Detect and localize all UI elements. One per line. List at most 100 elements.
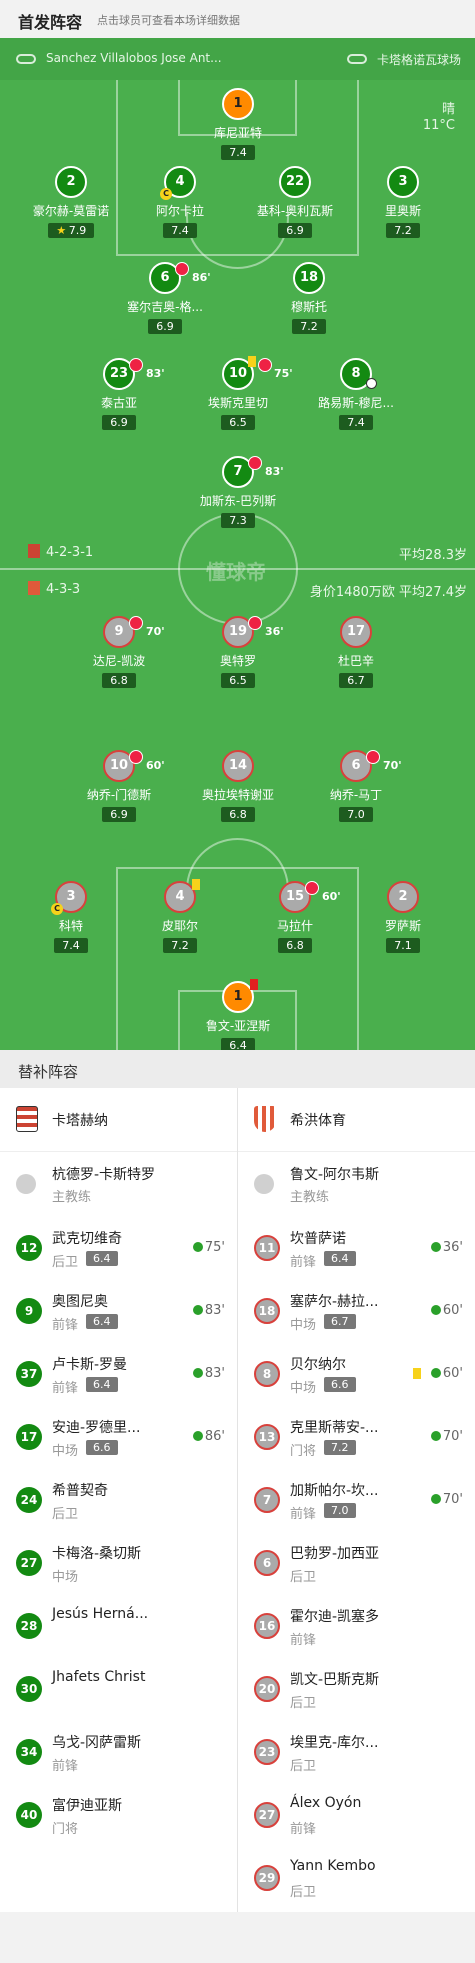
bench-row[interactable]: 18 塞萨尔-赫拉... 中场 6.7 60'	[238, 1279, 475, 1342]
bench-row[interactable]: 27 卡梅洛-桑切斯 中场	[0, 1531, 237, 1594]
home-player-6[interactable]: 6 86' 塞尔吉奥-格... 6.9	[105, 262, 225, 334]
home-player-3[interactable]: 3 里奥斯 7.2	[343, 166, 463, 238]
bench-row[interactable]: 34 乌戈-冈萨雷斯 前锋	[0, 1720, 237, 1783]
player-number: 3	[387, 166, 419, 198]
sub-out-icon	[129, 358, 143, 372]
subs-title: 替补阵容	[18, 1063, 79, 1081]
bench-number: 24	[16, 1487, 42, 1513]
away-player-17[interactable]: 17 杜巴辛 6.7	[296, 616, 416, 688]
bench-row[interactable]: 11 坎普萨诺 前锋 6.4 36'	[238, 1216, 475, 1279]
bench-row[interactable]: 8 贝尔纳尔 中场 6.6 60'	[238, 1342, 475, 1405]
sub-out-icon	[305, 881, 319, 895]
watermark: 懂球帝	[206, 560, 266, 584]
sub-in-icon	[192, 1431, 203, 1441]
home-crest-icon	[16, 1106, 38, 1132]
lineup-title: 首发阵容	[18, 13, 83, 32]
away-player-14[interactable]: 14 奥拉埃特谢亚 6.8	[178, 750, 298, 822]
bench-row[interactable]: 9 奥图尼奥 前锋 6.4 83'	[0, 1279, 237, 1342]
away-player-2[interactable]: 2 罗萨斯 7.1	[343, 881, 463, 953]
away-player-1[interactable]: 1 鲁文-亚涅斯 6.4	[178, 979, 298, 1050]
bench-rating: 6.6	[86, 1440, 118, 1455]
bench-name: 巴勃罗-加西亚	[290, 1546, 380, 1562]
away-team-header: 希洪体育	[238, 1088, 475, 1152]
away-player-6[interactable]: 6 70' 纳乔-马丁 7.0	[296, 750, 416, 822]
player-name: 埃斯克里切	[207, 396, 268, 410]
bench-row[interactable]: 7 加斯帕尔-坎... 前锋 7.0 70'	[238, 1468, 475, 1531]
bench-row[interactable]: 13 克里斯蒂安-... 门将 7.2 70'	[238, 1405, 475, 1468]
home-player-2[interactable]: 2 豪尔赫-莫雷诺 ★ 7.9	[11, 166, 131, 238]
sub-in-time: 86'	[192, 1429, 225, 1444]
away-coach[interactable]: 鲁文-阿尔韦斯 主教练	[238, 1152, 475, 1216]
sub-in-icon	[430, 1431, 441, 1441]
captain-icon: C	[51, 903, 63, 915]
player-rating: 7.4	[54, 938, 88, 953]
bench-row[interactable]: 40 富伊迪亚斯 门将	[0, 1783, 237, 1846]
bench-row[interactable]: 24 希普契奇 后卫	[0, 1468, 237, 1531]
away-value-age: 身价1480万欧 平均27.4岁	[309, 585, 467, 600]
player-number: 3C	[51, 881, 87, 915]
player-rating: 7.0	[339, 807, 373, 822]
player-rating: 6.9	[278, 223, 312, 238]
player-name: 皮耶尔	[161, 919, 198, 933]
bench-row[interactable]: 23 埃里克-库尔... 后卫	[238, 1720, 475, 1783]
bench-position: 前锋	[52, 1381, 79, 1396]
bench-name: Álex Oyón	[290, 1795, 362, 1811]
weather-temp: 11°C	[422, 118, 455, 133]
bench-position: 后卫	[290, 1759, 317, 1774]
home-team-header: 卡塔赫纳	[0, 1088, 237, 1152]
home-player-8[interactable]: 8 路易斯-穆尼... 7.4	[296, 358, 416, 430]
coach-role: 主教练	[290, 1190, 330, 1205]
bench-row[interactable]: 12 武克切维奇 后卫 6.4 75'	[0, 1216, 237, 1279]
away-player-19[interactable]: 19 36' 奥特罗 6.5	[178, 616, 298, 688]
home-player-1[interactable]: 1 库尼亚特 7.4	[178, 88, 298, 160]
bench-row[interactable]: 20 凯文-巴斯克斯 后卫	[238, 1657, 475, 1720]
stadium-icon	[347, 54, 367, 64]
sub-in-time: 60'	[430, 1366, 463, 1381]
bench-name: Yann Kembo	[290, 1858, 376, 1874]
player-rating: 7.2	[386, 223, 420, 238]
home-coach[interactable]: 杭德罗-卡斯特罗 主教练	[0, 1152, 237, 1216]
bench-position: 前锋	[290, 1507, 317, 1522]
bench-name: 安迪-罗德里...	[52, 1420, 141, 1436]
away-player-9[interactable]: 9 70' 达尼-凯波 6.8	[59, 616, 179, 688]
player-rating: 6.8	[278, 938, 312, 953]
bench-position: 前锋	[52, 1318, 79, 1333]
bench-row[interactable]: 17 安迪-罗德里... 中场 6.6 86'	[0, 1405, 237, 1468]
bench-row[interactable]: 16 霍尔迪-凯塞多 前锋	[238, 1594, 475, 1657]
home-player-4[interactable]: 4C 阿尔卡拉 7.4	[120, 166, 240, 238]
bench-row[interactable]: 29 Yann Kembo 后卫	[238, 1846, 475, 1909]
bench-row[interactable]: 30 Jhafets Christ	[0, 1657, 237, 1720]
bench-number: 37	[16, 1361, 42, 1387]
player-name: 奥拉埃特谢亚	[201, 788, 274, 802]
sub-in-icon	[192, 1305, 203, 1315]
home-player-7[interactable]: 7 83' 加斯东-巴列斯 7.3	[178, 456, 298, 528]
sub-in-time: 75'	[192, 1240, 225, 1255]
player-number: 8	[340, 358, 377, 390]
bench-number: 34	[16, 1739, 42, 1765]
player-name: 鲁文-亚涅斯	[205, 1019, 271, 1033]
away-player-15[interactable]: 15 60' 马拉什 6.8	[235, 881, 355, 953]
goal-ball-icon	[366, 378, 377, 389]
player-number: 22	[279, 166, 311, 198]
player-name: 豪尔赫-莫雷诺	[32, 204, 110, 218]
sub-in-time: 70'	[430, 1492, 463, 1507]
bench-row[interactable]: 6 巴勃罗-加西亚 后卫	[238, 1531, 475, 1594]
player-rating: 7.2	[163, 938, 197, 953]
bench-row[interactable]: 37 卢卡斯-罗曼 前锋 6.4 83'	[0, 1342, 237, 1405]
player-name: 穆斯托	[290, 300, 327, 314]
bench-number: 17	[16, 1424, 42, 1450]
away-player-10[interactable]: 10 60' 纳乔-门德斯 6.9	[59, 750, 179, 822]
bench-row[interactable]: 28 Jesús Herná...	[0, 1594, 237, 1657]
bench-position: 门将	[290, 1444, 317, 1459]
bench-number: 8	[254, 1361, 280, 1387]
away-player-4[interactable]: 4 皮耶尔 7.2	[120, 879, 240, 953]
home-player-22[interactable]: 22 基科-奥利瓦斯 6.9	[235, 166, 355, 238]
home-player-23[interactable]: 23 83' 泰古亚 6.9	[59, 358, 179, 430]
away-player-3[interactable]: 3C 科特 7.4	[11, 881, 131, 953]
home-player-18[interactable]: 18 穆斯托 7.2	[249, 262, 369, 334]
bench-name: 凯文-巴斯克斯	[290, 1672, 380, 1688]
player-name: 纳乔-马丁	[329, 788, 383, 802]
pitch: Sanchez Villalobos Jose Ant... 卡塔格诺瓦球场 晴…	[0, 38, 475, 1050]
bench-row[interactable]: 27 Álex Oyón 前锋	[238, 1783, 475, 1846]
home-player-10[interactable]: 10 75' 埃斯克里切 6.5	[178, 356, 298, 430]
